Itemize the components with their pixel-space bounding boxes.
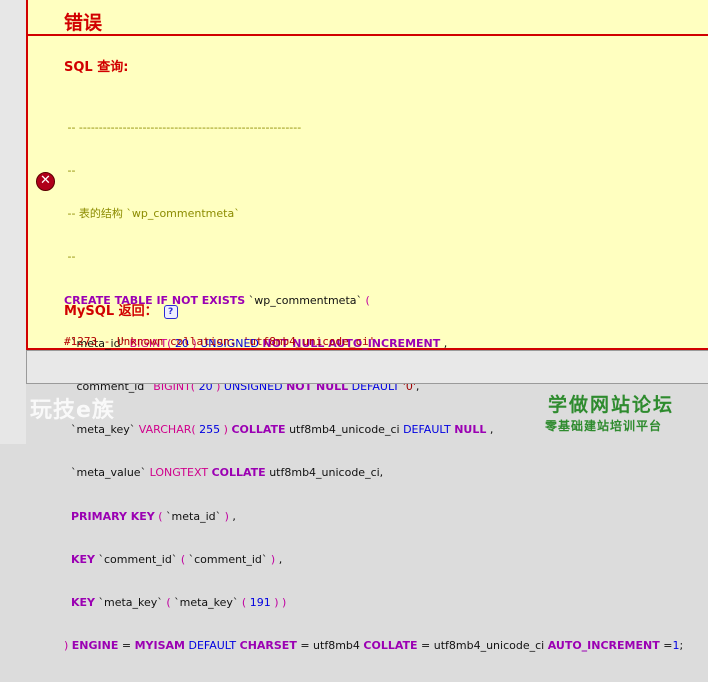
- left-margin: [0, 0, 26, 444]
- error-x-icon: ✕: [36, 172, 55, 191]
- code-line: --: [64, 164, 76, 178]
- error-message: #1273 - Unknown collation: 'utf8mb4_unic…: [64, 335, 376, 348]
- sql-query-label: SQL 查询:: [64, 60, 129, 75]
- mysql-returns-label: MySQL 返回：?: [64, 300, 178, 319]
- code-line: `meta_value` LONGTEXT COLLATE utf8mb4_un…: [64, 466, 384, 480]
- code-line: -- -------------------------------------…: [64, 120, 302, 134]
- watermark-right-title: 学做网站论坛: [548, 394, 675, 416]
- code-line: KEY `meta_key` ( `meta_key` ( 191 ) ): [71, 596, 287, 610]
- help-icon[interactable]: ?: [163, 305, 178, 319]
- code-line: KEY `comment_id` ( `comment_id` ) ,: [71, 552, 283, 566]
- footer-strip: [26, 350, 708, 384]
- watermark-right-subtitle: 零基础建站培训平台: [545, 419, 663, 433]
- mysql-returns-text: MySQL 返回：: [64, 304, 158, 319]
- error-title-bar: 错误: [28, 0, 708, 36]
- error-panel: 错误 SQL 查询: ✕ -- ------------------------…: [26, 0, 708, 652]
- watermark-left: 玩技e族: [30, 398, 115, 423]
- code-line: -- 表的结构 `wp_commentmeta`: [64, 207, 240, 221]
- error-title: 错误: [64, 12, 103, 34]
- code-line: PRIMARY KEY ( `meta_id` ) ,: [71, 509, 236, 523]
- sql-code-block: -- -------------------------------------…: [64, 92, 683, 682]
- code-line: ) ENGINE = MYISAM DEFAULT CHARSET = utf8…: [64, 639, 684, 653]
- code-line: --: [64, 250, 76, 264]
